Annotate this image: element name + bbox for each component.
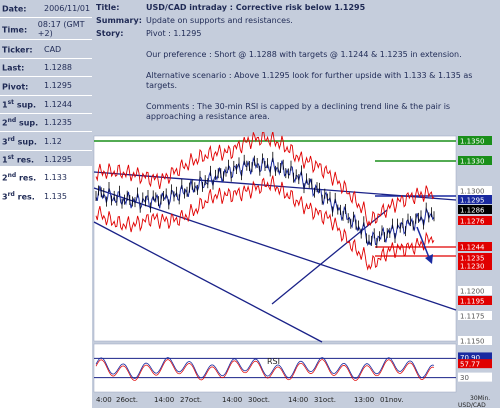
info-label-sup: nd xyxy=(7,172,17,180)
x-tick-label: 14:00 xyxy=(288,396,308,404)
info-label-rest: sup. xyxy=(16,118,39,128)
info-panel: Date: 2006/11/01 Time: 08:17 (GMT +2) Ticker… xyxy=(0,0,92,206)
price-label: 1.1244 xyxy=(460,244,485,252)
info-value: 08:17 (GMT +2) xyxy=(37,19,85,38)
story-text: Pivot : 1.1295 Our preference : Short @ … xyxy=(146,29,476,133)
x-tick-label: 30oct. xyxy=(248,396,270,404)
price-label: 1.1330 xyxy=(460,158,485,166)
story-alternative: Alternative scenario : Above 1.1295 look… xyxy=(146,71,473,90)
info-row: 3rd res. 1.135 xyxy=(0,188,92,206)
info-value: 1.1295 xyxy=(44,154,72,164)
info-label-text: Ticker: xyxy=(2,45,33,55)
info-label-rest: res. xyxy=(14,155,34,165)
x-tick-label: 26oct. xyxy=(116,396,138,404)
info-value: 1.1235 xyxy=(44,118,72,128)
title-row: Title: USD/CAD intraday : Corrective ris… xyxy=(96,3,496,12)
info-value: CAD xyxy=(44,44,62,54)
rsi-label: RSI xyxy=(267,357,280,366)
info-row: 2nd sup. 1.1235 xyxy=(0,114,92,133)
story-comments: Comments : The 30-min RSI is capped by a… xyxy=(146,102,451,121)
header-panel: Title: USD/CAD intraday : Corrective ris… xyxy=(92,0,500,132)
price-label: 1.1175 xyxy=(460,313,485,321)
pair-label: USD/CAD xyxy=(458,402,486,408)
summary-label: Summary: xyxy=(96,16,142,25)
info-label-rest: res. xyxy=(14,192,35,202)
info-label-sup: rd xyxy=(7,135,15,143)
summary-value: Update on supports and resistances. xyxy=(146,16,293,25)
summary-row: Summary: Update on supports and resistan… xyxy=(96,16,496,25)
info-label: Pivot: xyxy=(0,81,42,92)
info-row: Date: 2006/11/01 xyxy=(0,0,92,19)
price-label: 1.1350 xyxy=(460,138,485,146)
info-label-rest: sup. xyxy=(14,137,37,147)
x-tick-label: 01nov. xyxy=(380,396,403,404)
info-row: 3rd sup. 1.12 xyxy=(0,132,92,151)
price-label: 1.1200 xyxy=(460,288,485,296)
info-label-text: Date: xyxy=(2,5,27,15)
info-label-text: Last: xyxy=(2,63,25,73)
info-label-sup: nd xyxy=(7,117,17,125)
info-label-rest: sup. xyxy=(14,100,37,110)
story-pivot: Pivot : 1.1295 xyxy=(146,29,202,38)
price-label: 1.1150 xyxy=(460,338,485,346)
price-label: 1.1195 xyxy=(460,298,485,306)
info-label-rest: res. xyxy=(16,174,37,184)
info-label: Date: xyxy=(0,3,42,14)
info-label-text: Pivot: xyxy=(2,82,29,92)
rsi-value: 57.77 xyxy=(460,361,480,369)
x-tick-label: 31oct. xyxy=(314,396,336,404)
price-label: 1.1230 xyxy=(460,263,485,271)
info-value: 1.1288 xyxy=(44,62,72,72)
info-row: 1st sup. 1.1244 xyxy=(0,96,92,114)
info-label: 3rd res. xyxy=(0,191,42,202)
info-label: 1st res. xyxy=(0,154,42,165)
info-row: Last: 1.1288 xyxy=(0,59,92,78)
x-tick-label: 13:00 xyxy=(354,396,374,404)
info-value: 1.135 xyxy=(44,191,67,201)
chart-canvas: 1.1350 1.1330 1.13001.1295 1.1286 1.1276 1.12… xyxy=(92,130,500,408)
info-label: Ticker: xyxy=(0,44,42,55)
info-label-sup: rd xyxy=(7,190,15,198)
rsi-panel xyxy=(93,343,457,393)
timeframe-label: 30Min. xyxy=(470,395,490,402)
story-label: Story: xyxy=(96,29,124,38)
info-value: 1.1295 xyxy=(44,81,72,91)
price-label: 1.1295 xyxy=(460,197,485,205)
info-row: Ticker: CAD xyxy=(0,40,92,59)
info-row: Pivot: 1.1295 xyxy=(0,77,92,96)
info-label: 2nd sup. xyxy=(0,117,42,128)
info-value: 1.12 xyxy=(44,136,62,146)
info-value: 1.1244 xyxy=(44,99,72,109)
rsi-value: 30 xyxy=(460,374,469,382)
info-label-text: Time: xyxy=(2,25,28,35)
x-tick-label: 14:00 xyxy=(222,396,242,404)
info-row: Time: 08:17 (GMT +2) xyxy=(0,18,92,41)
info-label: Last: xyxy=(0,62,42,73)
info-value: 2006/11/01 xyxy=(44,4,91,14)
x-tick-label: 27oct. xyxy=(180,396,202,404)
price-label: 1.1286 xyxy=(460,207,485,215)
x-tick-label: 4:00 xyxy=(96,396,112,404)
info-label: 1st sup. xyxy=(0,99,42,110)
info-label: 3rd sup. xyxy=(0,136,42,147)
story-preference: Our preference : Short @ 1.1288 with tar… xyxy=(146,50,462,59)
title-value: USD/CAD intraday : Corrective risk below… xyxy=(146,3,366,12)
info-value: 1.133 xyxy=(44,173,67,183)
price-label: 1.1300 xyxy=(460,188,485,196)
title-label: Title: xyxy=(96,3,120,12)
info-label: 2nd res. xyxy=(0,172,42,183)
x-tick-label: 14:00 xyxy=(154,396,174,404)
price-label: 1.1276 xyxy=(460,218,485,226)
info-row: 1st res. 1.1295 xyxy=(0,151,92,170)
info-row: 2nd res. 1.133 xyxy=(0,169,92,188)
info-label: Time: xyxy=(0,24,36,35)
price-chart: 1.1350 1.1330 1.1300 1.1295 1.1286 1.1276 1.12… xyxy=(92,130,500,408)
